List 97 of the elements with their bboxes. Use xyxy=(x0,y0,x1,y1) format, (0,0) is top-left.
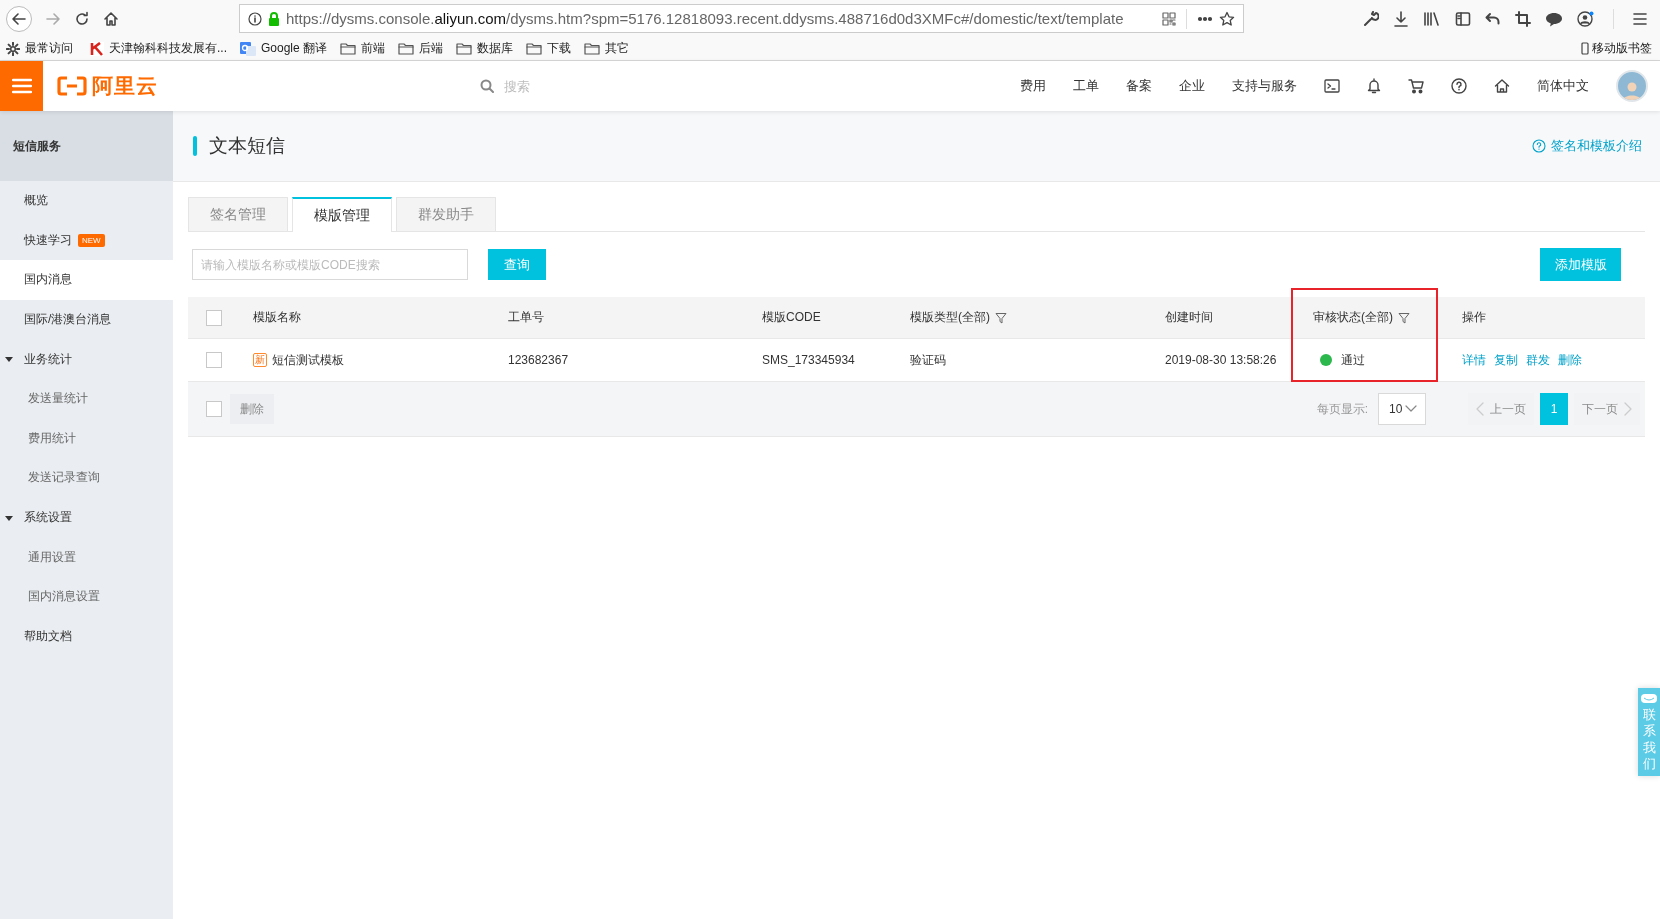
contact-icon xyxy=(1641,694,1657,703)
bookmark-link[interactable]: 天津翰科科技发展有... xyxy=(109,40,227,57)
sidebar-item[interactable]: 费用统计 xyxy=(0,418,173,459)
column-header: 操作 xyxy=(1462,309,1486,326)
language-selector[interactable]: 简体中文 xyxy=(1537,77,1589,95)
column-header[interactable]: 审核状态(全部) xyxy=(1313,309,1410,326)
home-icon[interactable] xyxy=(1494,78,1510,94)
menu-icon[interactable] xyxy=(1632,10,1648,27)
back-button[interactable] xyxy=(6,5,32,32)
wrench-icon[interactable] xyxy=(1363,10,1379,27)
sidebar-item[interactable]: 发送量统计 xyxy=(0,378,173,419)
url-text: https://dysms.console.aliyun.com/dysms.htm?spm=5176.12818093.recent.ddysms.488716d0d3XMFc#/domestic/text/template xyxy=(286,10,1125,27)
site-icon xyxy=(90,41,104,56)
undo-icon[interactable] xyxy=(1485,10,1501,27)
search-icon xyxy=(480,79,494,93)
sidebar-item[interactable]: 快速学习 NEW xyxy=(0,220,173,261)
filter-icon[interactable] xyxy=(1398,311,1410,324)
select-all-checkbox[interactable] xyxy=(206,309,222,326)
home-icon[interactable] xyxy=(103,10,119,27)
library-icon[interactable] xyxy=(1423,10,1441,27)
nav-link[interactable]: 工单 xyxy=(1073,77,1099,95)
translate-icon xyxy=(240,41,256,56)
table-cell: 短信测试模板 xyxy=(272,351,344,369)
help-icon xyxy=(1532,139,1546,153)
folder-icon xyxy=(456,42,473,55)
bell-icon[interactable] xyxy=(1367,78,1381,94)
row-checkbox[interactable] xyxy=(206,352,222,368)
page-size-label: 每页显示: xyxy=(1316,400,1368,418)
sidebar-title: 短信服务 xyxy=(13,137,61,155)
nav-link[interactable]: 企业 xyxy=(1179,77,1205,95)
column-header: 工单号 xyxy=(508,309,544,326)
bookmark-link[interactable]: 下载 xyxy=(547,40,572,57)
filter-icon[interactable] xyxy=(995,311,1007,324)
reload-icon[interactable] xyxy=(74,10,90,27)
bookmark-link[interactable]: 前端 xyxy=(361,40,386,57)
sidebar-item[interactable]: 国际/港澳台消息 xyxy=(0,299,173,340)
page-title: 文本短信 xyxy=(209,134,285,158)
sidebar-item[interactable]: 通用设置 xyxy=(0,537,173,577)
crop-icon[interactable] xyxy=(1515,10,1531,27)
table-cell: 验证码 xyxy=(910,351,946,369)
bookmark-link[interactable]: 后端 xyxy=(419,40,444,57)
table-cell: SMS_173345934 xyxy=(762,353,855,367)
account-icon[interactable] xyxy=(1577,10,1595,27)
star-icon[interactable] xyxy=(1219,10,1235,27)
bookmark-link[interactable]: 最常访问 xyxy=(25,40,73,57)
bookmark-link[interactable]: 移动版书签 xyxy=(1592,40,1652,57)
column-header[interactable]: 模版类型(全部) xyxy=(910,309,1007,326)
address-bar[interactable]: https://dysms.console.aliyun.com/dysms.htm?spm=5176.12818093.recent.ddysms.488716d0d3XMFc#/domestic/text/template xyxy=(239,4,1244,33)
menu-button[interactable] xyxy=(0,61,43,111)
column-header: 创建时间 xyxy=(1165,309,1213,326)
terminal-icon[interactable] xyxy=(1324,79,1340,93)
sidebar-item[interactable]: 发送记录查询 xyxy=(0,458,173,498)
download-icon[interactable] xyxy=(1393,10,1409,27)
bookmark-link[interactable]: 数据库 xyxy=(477,40,514,57)
nav-link[interactable]: 费用 xyxy=(1020,77,1046,95)
column-header: 模版名称 xyxy=(253,309,301,326)
chevron-left-icon xyxy=(1476,402,1484,416)
select-all-checkbox[interactable] xyxy=(206,401,222,417)
bookmark-link[interactable]: 其它 xyxy=(605,40,630,57)
sidebar-icon[interactable] xyxy=(1455,10,1471,27)
logo-text: 阿里云 xyxy=(92,73,158,99)
sidebar-item[interactable]: 概览 xyxy=(0,181,173,221)
tab[interactable]: 模版管理 xyxy=(292,197,392,232)
folder-icon xyxy=(584,42,601,55)
bookmark-link[interactable]: Google 翻译 xyxy=(261,40,328,57)
folder-icon xyxy=(340,42,357,55)
sidebar-item[interactable]: 业务统计 xyxy=(0,339,173,379)
chevron-right-icon xyxy=(1624,402,1632,416)
chat-icon[interactable] xyxy=(1545,10,1563,27)
page-size-select[interactable]: 10 xyxy=(1378,393,1426,425)
lock-icon xyxy=(268,11,280,26)
nav-link[interactable]: 备案 xyxy=(1126,77,1152,95)
nav-link[interactable]: 支持与服务 xyxy=(1232,77,1297,95)
search-field[interactable]: 请输入模版名称或模版CODE搜索 xyxy=(192,249,468,280)
logo-icon xyxy=(57,76,87,96)
status-text: 通过 xyxy=(1341,351,1365,369)
phone-icon xyxy=(1581,42,1589,55)
search-field[interactable]: 搜索 xyxy=(502,77,656,95)
qr-code-icon[interactable] xyxy=(1162,11,1176,26)
gear-icon xyxy=(6,41,20,56)
sidebar-item[interactable]: 国内消息设置 xyxy=(0,576,173,617)
folder-icon xyxy=(526,42,543,55)
arrow-left-icon xyxy=(11,10,27,27)
new-badge: NEW xyxy=(78,233,105,247)
column-header: 模版CODE xyxy=(762,309,821,326)
sidebar-item[interactable]: 国内消息 xyxy=(0,260,173,300)
help-icon[interactable] xyxy=(1451,78,1467,94)
info-icon[interactable] xyxy=(248,11,262,26)
new-tag: 新 xyxy=(253,353,267,367)
cart-icon[interactable] xyxy=(1408,78,1424,94)
sidebar-item[interactable]: 帮助文档 xyxy=(0,616,173,657)
chevron-down-icon xyxy=(1405,405,1417,413)
menu-icon xyxy=(11,78,32,94)
table-cell: 123682367 xyxy=(508,353,569,367)
table-cell: 2019-08-30 13:58:26 xyxy=(1165,353,1277,367)
sidebar-item[interactable]: 系统设置 xyxy=(0,497,173,538)
folder-icon xyxy=(398,42,415,55)
